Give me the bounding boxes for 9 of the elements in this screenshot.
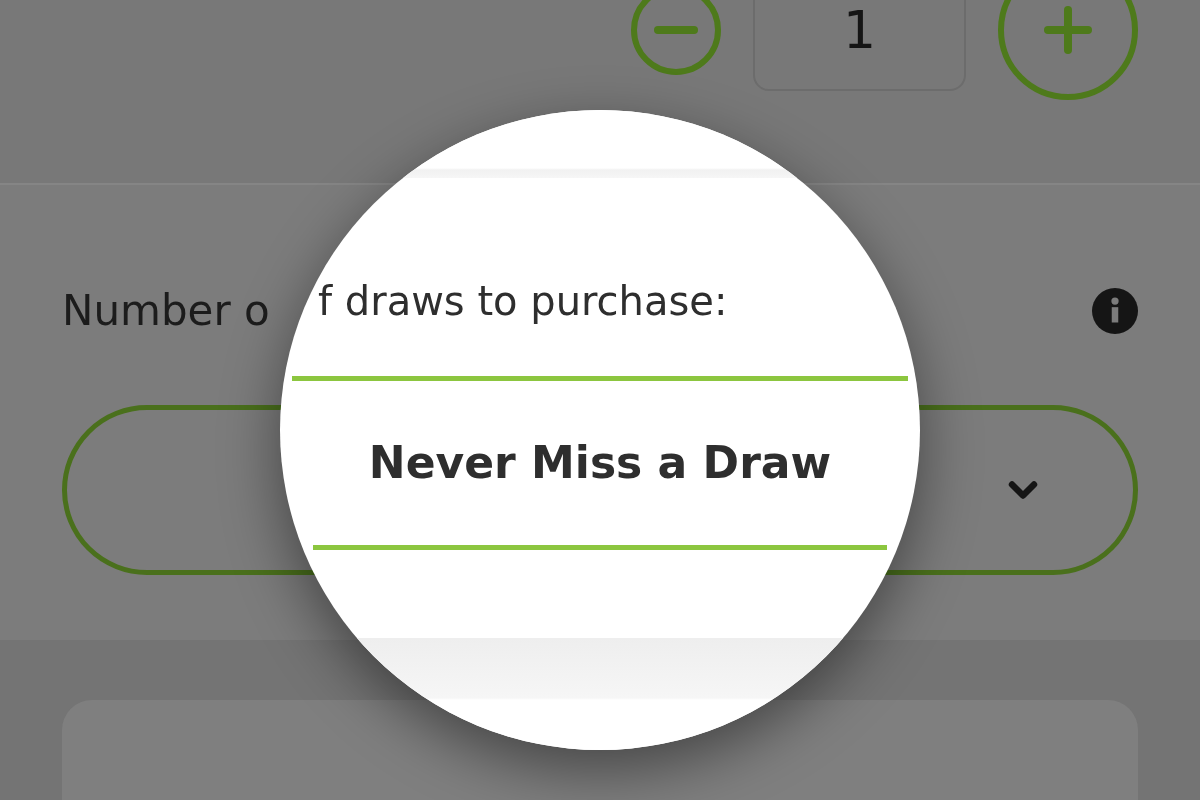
field-label: Number o (62, 286, 270, 336)
dropdown-option[interactable]: Never Miss a Draw (280, 433, 920, 493)
minus-icon (654, 26, 698, 34)
magnified-label: f draws to purchase: (318, 278, 729, 324)
info-icon[interactable] (1092, 287, 1138, 334)
quantity-field[interactable]: 1 (753, 0, 966, 91)
plus-icon (1044, 6, 1092, 54)
decrease-button[interactable] (631, 0, 721, 75)
increase-button[interactable] (998, 0, 1138, 100)
